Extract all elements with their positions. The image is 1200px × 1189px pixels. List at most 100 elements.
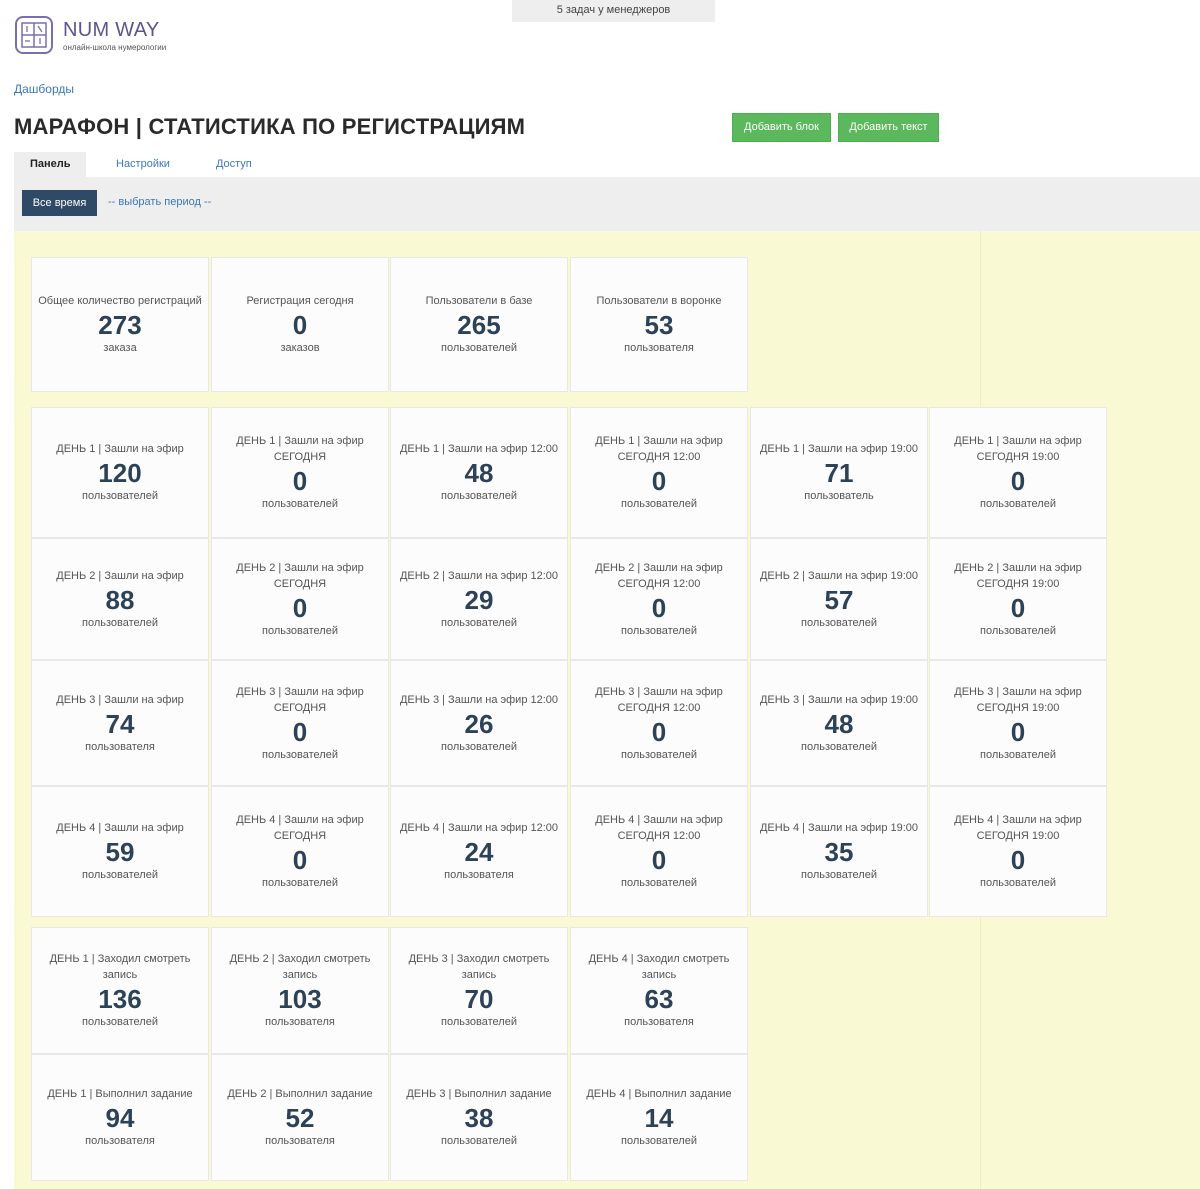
stat-card[interactable]: ДЕНЬ 1 | Зашли на эфир 120 пользователей (31, 407, 209, 538)
stat-card[interactable]: ДЕНЬ 2 | Зашли на эфир 88 пользователей (31, 538, 209, 660)
stat-card-unit: пользователей (980, 498, 1056, 510)
tab-settings[interactable]: Настройки (102, 152, 184, 177)
stat-card-unit: пользователя (265, 1016, 335, 1028)
stat-card[interactable]: ДЕНЬ 3 | Заходил смотреть запись 70 пользо… (390, 927, 568, 1054)
stat-card-value: 94 (105, 1103, 135, 1133)
stat-card[interactable]: ДЕНЬ 1 | Зашли на эфир СЕГОДНЯ 0 пользоват… (211, 407, 389, 538)
stat-card-value: 136 (98, 984, 142, 1014)
stat-card[interactable]: ДЕНЬ 1 | Зашли на эфир СЕГОДНЯ 19:00 0 пол… (929, 407, 1107, 538)
stat-card-value: 0 (1010, 845, 1026, 875)
stat-card-title: ДЕНЬ 2 | Зашли на эфир 12:00 (399, 569, 559, 582)
stat-card[interactable]: ДЕНЬ 2 | Заходил смотреть запись 103 польз… (211, 927, 389, 1054)
stat-card[interactable]: ДЕНЬ 3 | Зашли на эфир СЕГОДНЯ 0 пользоват… (211, 660, 389, 786)
stat-card-title: ДЕНЬ 3 | Зашли на эфир СЕГОДНЯ (236, 685, 364, 714)
stat-card-unit: пользователей (621, 748, 697, 761)
stat-card[interactable]: ДЕНЬ 1 | Зашли на эфир 12:00 48 пользовате… (390, 407, 568, 538)
stat-card-title: ДЕНЬ 1 | Выполнил задание (47, 1088, 193, 1100)
all-time-button[interactable]: Все время (22, 190, 97, 216)
stat-card-value: 273 (98, 310, 142, 340)
stat-card-value: 29 (464, 584, 494, 615)
stat-card[interactable]: Регистрация сегодня 0 заказов (211, 257, 389, 392)
stat-card-unit: пользователь (804, 490, 874, 502)
stat-card-unit: пользователей (621, 624, 697, 637)
manager-tasks-banner[interactable]: 5 задач у менеджеров (512, 0, 715, 22)
stat-card[interactable]: ДЕНЬ 1 | Зашли на эфир 19:00 71 пользовате… (750, 407, 928, 538)
stat-card-value: 24 (464, 837, 494, 867)
tab-access[interactable]: Доступ (202, 152, 266, 177)
stat-card[interactable]: ДЕНЬ 3 | Зашли на эфир 12:00 26 пользовате… (390, 660, 568, 786)
stat-card-value: 48 (824, 708, 854, 739)
stat-card-title: ДЕНЬ 4 | Зашли на эфир СЕГОДНЯ (236, 814, 364, 842)
stat-card[interactable]: ДЕНЬ 3 | Зашли на эфир СЕГОДНЯ 12:00 0 пол… (570, 660, 748, 786)
stat-card-unit: пользователя (85, 740, 155, 753)
stat-card-unit: пользователей (980, 877, 1056, 889)
stat-card-title: ДЕНЬ 1 | Зашли на эфир 19:00 (759, 443, 919, 455)
stat-card-value: 0 (292, 592, 308, 623)
stat-card[interactable]: ДЕНЬ 4 | Зашли на эфир 59 пользователей (31, 786, 209, 917)
logo-subtitle: онлайн-школа нумерологии (63, 42, 167, 52)
stat-card-title: ДЕНЬ 4 | Зашли на эфир СЕГОДНЯ 12:00 (595, 814, 723, 842)
stat-card[interactable]: Общее количество регистраций 273 заказа (31, 257, 209, 392)
stat-card[interactable]: ДЕНЬ 3 | Зашли на эфир 19:00 48 пользовате… (750, 660, 928, 786)
stat-card[interactable]: ДЕНЬ 2 | Зашли на эфир СЕГОДНЯ 12:00 0 пол… (570, 538, 748, 660)
stat-card[interactable]: ДЕНЬ 4 | Выполнил задание 14 пользователей (570, 1054, 748, 1181)
stat-card[interactable]: ДЕНЬ 2 | Зашли на эфир 12:00 29 пользовате… (390, 538, 568, 660)
stat-card[interactable]: ДЕНЬ 4 | Заходил смотреть запись 63 пользо… (570, 927, 748, 1054)
stat-card-value: 265 (457, 310, 501, 340)
stat-card-title: ДЕНЬ 3 | Зашли на эфир СЕГОДНЯ 12:00 (595, 685, 723, 714)
stat-card[interactable]: ДЕНЬ 2 | Зашли на эфир 19:00 57 пользовате… (750, 538, 928, 660)
add-block-button[interactable]: Добавить блок (732, 113, 831, 142)
breadcrumb-dashboards[interactable]: Дашборды (14, 82, 74, 96)
stat-card-value: 26 (464, 708, 494, 739)
stat-card-title: ДЕНЬ 1 | Зашли на эфир СЕГОДНЯ (236, 435, 364, 463)
stat-card-title: Пользователи в базе (425, 295, 533, 307)
stat-card[interactable]: ДЕНЬ 2 | Выполнил задание 52 пользователя (211, 1054, 389, 1181)
stat-card-value: 70 (464, 984, 494, 1014)
stat-card-title: ДЕНЬ 2 | Зашли на эфир (56, 569, 184, 582)
logo-name: NUM WAY (63, 18, 160, 41)
add-text-button[interactable]: Добавить текст (838, 113, 939, 142)
stat-card-value: 0 (1010, 466, 1026, 496)
stat-card[interactable]: ДЕНЬ 4 | Зашли на эфир СЕГОДНЯ 0 пользоват… (211, 786, 389, 917)
stat-card-unit: пользователей (801, 869, 877, 881)
stat-card[interactable]: ДЕНЬ 4 | Зашли на эфир СЕГОДНЯ 19:00 0 пол… (929, 786, 1107, 917)
stat-card-value: 0 (292, 310, 308, 340)
period-bar: Все время -- выбрать период -- (14, 177, 1200, 231)
tab-panel[interactable]: Панель (14, 152, 86, 177)
stat-card-unit: пользователей (441, 1016, 517, 1028)
stat-card[interactable]: ДЕНЬ 3 | Зашли на эфир СЕГОДНЯ 19:00 0 пол… (929, 660, 1107, 786)
stat-card-unit: пользователя (265, 1135, 335, 1147)
stat-card-unit: пользователей (262, 748, 338, 761)
stat-card-title: ДЕНЬ 3 | Выполнил задание (406, 1088, 552, 1100)
stat-card-unit: пользователей (621, 1135, 697, 1147)
stat-card-value: 52 (285, 1103, 315, 1133)
stat-card[interactable]: ДЕНЬ 4 | Зашли на эфир 12:00 24 пользовате… (390, 786, 568, 917)
stat-card[interactable]: ДЕНЬ 2 | Зашли на эфир СЕГОДНЯ 0 пользоват… (211, 538, 389, 660)
choose-period-link[interactable]: -- выбрать период -- (108, 196, 211, 208)
stat-card-value: 0 (651, 716, 667, 747)
stat-card[interactable]: ДЕНЬ 3 | Выполнил задание 38 пользователей (390, 1054, 568, 1181)
stat-card-title: Регистрация сегодня (246, 295, 354, 307)
stat-card-value: 53 (644, 310, 674, 340)
stat-card-unit: пользователей (621, 498, 697, 510)
stat-card[interactable]: ДЕНЬ 1 | Заходил смотреть запись 136 польз… (31, 927, 209, 1054)
stat-card[interactable]: ДЕНЬ 1 | Выполнил задание 94 пользователя (31, 1054, 209, 1181)
stat-card-title: ДЕНЬ 2 | Зашли на эфир СЕГОДНЯ 12:00 (595, 561, 723, 590)
stat-card-unit: пользователей (82, 616, 158, 629)
stat-card-unit: пользователей (262, 498, 338, 510)
logo[interactable]: NUM WAY онлайн-школа нумерологии (14, 15, 166, 55)
stat-card-value: 14 (644, 1103, 674, 1133)
stat-card-value: 0 (292, 845, 308, 875)
stat-card-title: Пользователи в воронке (596, 295, 722, 307)
stat-card[interactable]: Пользователи в базе 265 пользователей (390, 257, 568, 392)
stat-card-unit: пользователей (262, 624, 338, 637)
stat-card[interactable]: ДЕНЬ 3 | Зашли на эфир 74 пользователя (31, 660, 209, 786)
stat-card-title: ДЕНЬ 4 | Зашли на эфир (56, 822, 184, 834)
stat-card[interactable]: ДЕНЬ 1 | Зашли на эфир СЕГОДНЯ 12:00 0 пол… (570, 407, 748, 538)
stat-card-title: ДЕНЬ 1 | Зашли на эфир СЕГОДНЯ 12:00 (595, 435, 723, 463)
stat-card-unit: пользователя (85, 1135, 155, 1147)
stat-card[interactable]: ДЕНЬ 4 | Зашли на эфир 19:00 35 пользовате… (750, 786, 928, 917)
stat-card[interactable]: ДЕНЬ 4 | Зашли на эфир СЕГОДНЯ 12:00 0 пол… (570, 786, 748, 917)
stat-card[interactable]: Пользователи в воронке 53 пользователя (570, 257, 748, 392)
stat-card[interactable]: ДЕНЬ 2 | Зашли на эфир СЕГОДНЯ 19:00 0 пол… (929, 538, 1107, 660)
